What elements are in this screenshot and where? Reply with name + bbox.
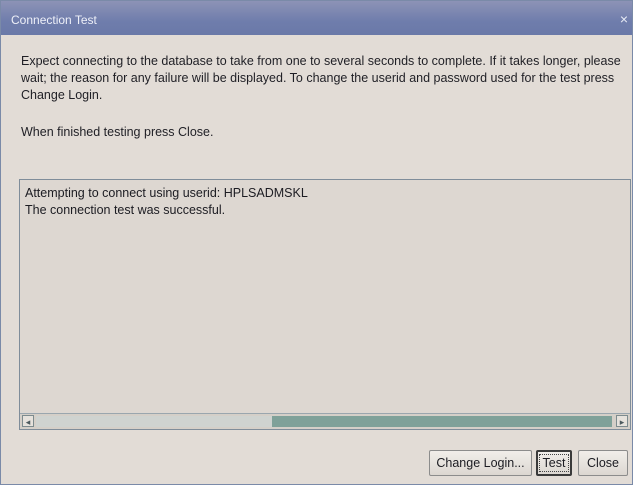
title-bar[interactable]: Connection Test × — [1, 1, 632, 35]
scroll-right-arrow-icon[interactable]: ▸ — [616, 415, 628, 427]
close-icon[interactable]: × — [620, 11, 628, 27]
connection-test-dialog: Connection Test × Expect connecting to t… — [0, 0, 633, 485]
test-button-label: Test — [538, 454, 570, 472]
close-button[interactable]: Close — [578, 450, 628, 476]
change-login-button[interactable]: Change Login... — [429, 450, 532, 476]
instructions-text: Expect connecting to the database to tak… — [21, 54, 621, 102]
log-line: Attempting to connect using userid: HPLS… — [25, 186, 308, 200]
window-title: Connection Test — [11, 13, 97, 27]
connection-log[interactable]: Attempting to connect using userid: HPLS… — [19, 179, 631, 430]
log-line: The connection test was successful. — [25, 203, 226, 217]
test-button[interactable]: Test — [536, 450, 572, 476]
finished-note: When finished testing press Close. — [21, 125, 214, 139]
horizontal-scrollbar[interactable]: ◂ ▸ — [20, 413, 630, 429]
scroll-thumb[interactable] — [272, 416, 612, 427]
scroll-track[interactable] — [36, 416, 612, 427]
scroll-left-arrow-icon[interactable]: ◂ — [22, 415, 34, 427]
